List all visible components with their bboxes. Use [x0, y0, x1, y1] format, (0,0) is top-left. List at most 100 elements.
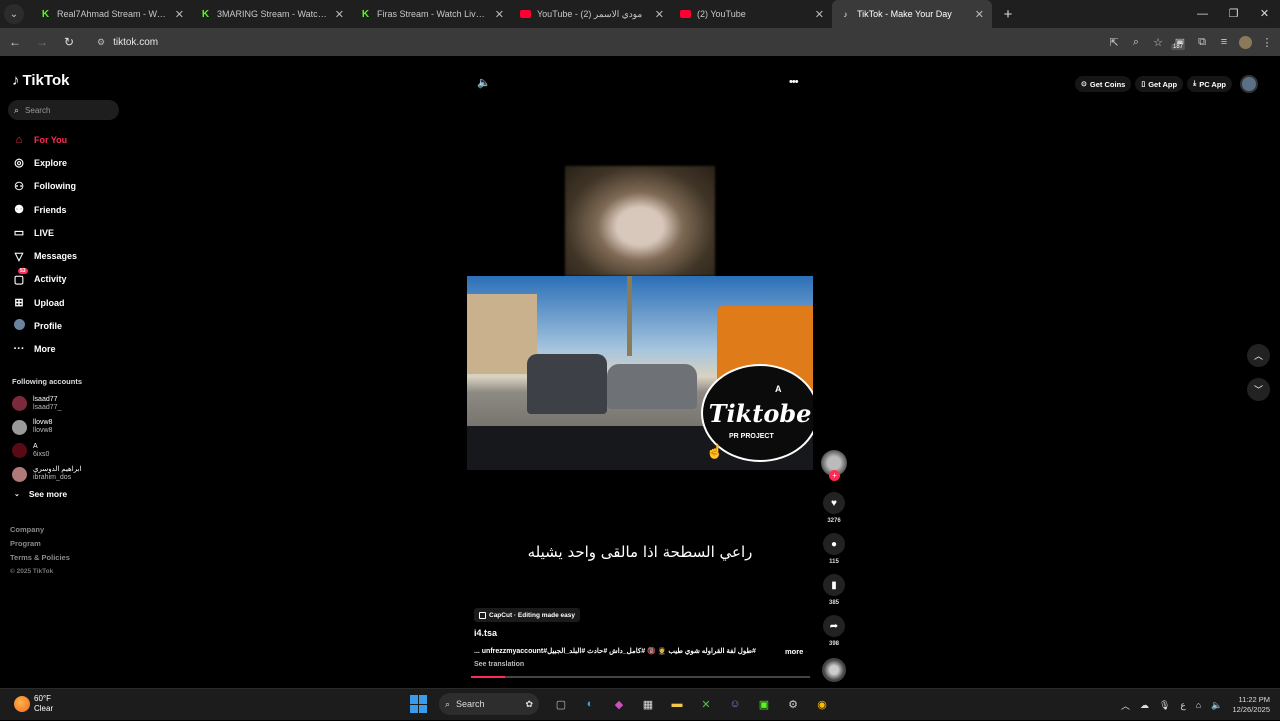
tab-close-icon[interactable]: ✕ — [335, 8, 344, 21]
following-account[interactable]: lsaad77 lsaad77_ — [12, 392, 81, 416]
install-app-icon[interactable]: ⇱ — [1107, 36, 1121, 49]
user-avatar[interactable] — [1240, 75, 1258, 93]
browser-tab[interactable]: (2) YouTube ✕ — [672, 0, 832, 28]
chrome-menu-icon[interactable]: ⋮ — [1260, 36, 1274, 49]
microphone-icon[interactable]: 🎙 — [1159, 700, 1170, 711]
comment-count: 115 — [829, 559, 839, 565]
clock[interactable]: 11:22 PM 12/26/2025 — [1232, 695, 1270, 715]
copilot-icon[interactable]: ◆ — [608, 693, 630, 715]
forward-button[interactable]: → — [30, 35, 54, 49]
account-name: ابراهيم الدوسري — [33, 466, 82, 474]
browser-tab[interactable]: ♪ TikTok - Make Your Day ✕ — [832, 0, 992, 28]
sidebar-item-more[interactable]: ··· More — [12, 338, 77, 361]
sidebar-item-label: LIVE — [34, 227, 55, 238]
search-input[interactable]: ⌕ Search — [8, 100, 119, 120]
tiktok-logo[interactable]: ♪ TikTok — [12, 72, 69, 89]
settings-icon[interactable]: ⚙ — [782, 693, 804, 715]
browser-tab[interactable]: K Firas Stream - Watch Live on Kick ✕ — [352, 0, 512, 28]
sidebar-item-live[interactable]: ▭ LIVE — [12, 221, 77, 244]
onedrive-icon[interactable]: ☁ — [1140, 700, 1149, 711]
sidebar-item-activity[interactable]: ▢ Activity 53 — [12, 267, 77, 291]
media-controls-icon[interactable]: ≡ — [1217, 36, 1231, 48]
reload-button[interactable]: ↻ — [57, 35, 81, 49]
tab-search-menu-icon[interactable]: ⌄ — [4, 4, 24, 24]
taskbar-search[interactable]: ⌕ Search ✿ — [439, 693, 539, 715]
bookmark-star-icon[interactable]: ☆ — [1151, 36, 1165, 49]
xbox-icon[interactable]: ✕ — [695, 693, 717, 715]
store-icon[interactable]: ▦ — [637, 693, 659, 715]
tab-close-icon[interactable]: ✕ — [495, 8, 504, 21]
follow-plus-icon[interactable]: + — [829, 470, 840, 481]
compass-icon: ◎ — [14, 157, 24, 170]
weather-widget[interactable]: 60°F Clear — [14, 694, 53, 714]
system-tray: ︿ ☁ 🎙 ع ⌂ 🔈 11:22 PM 12/26/2025 — [1121, 689, 1270, 721]
sidebar-item-profile[interactable]: Profile — [12, 314, 77, 337]
back-button[interactable]: ← — [3, 35, 27, 49]
video-progress-bar[interactable] — [471, 676, 810, 678]
browser-tab[interactable]: K 3MARING Stream - Watch Live ✕ — [192, 0, 352, 28]
next-video-button[interactable]: ﹀ — [1247, 378, 1270, 401]
save-button[interactable]: ▮ — [823, 574, 845, 596]
close-window-button[interactable]: ✕ — [1249, 0, 1280, 28]
get-coins-button[interactable]: ⊙ Get Coins — [1075, 76, 1132, 92]
capcut-badge[interactable]: CapCut · Editing made easy — [474, 608, 580, 622]
following-account[interactable]: ابراهيم الدوسري ibrahim_dos — [12, 463, 81, 487]
search-icon: ⌕ — [14, 104, 20, 115]
music-disc[interactable] — [822, 658, 846, 682]
extension-icon[interactable]: ▣ 187 — [1171, 36, 1187, 50]
zoom-icon[interactable]: ⌕ — [1129, 36, 1143, 49]
video-author[interactable]: i4.tsa — [474, 628, 497, 638]
pc-app-button[interactable]: ⤓ PC App — [1187, 76, 1232, 92]
comment-button[interactable]: ● — [823, 533, 845, 555]
network-icon[interactable]: ⌂ — [1196, 700, 1201, 710]
extensions-puzzle-icon[interactable]: ⧉ — [1195, 36, 1209, 49]
tab-title: Firas Stream - Watch Live on Kick — [377, 9, 489, 19]
minimize-button[interactable]: — — [1187, 0, 1218, 28]
browser-tab[interactable]: K Real7Ahmad Stream - Watch Live ✕ — [32, 0, 192, 28]
get-app-button[interactable]: ▯ Get App — [1135, 76, 1184, 92]
tab-close-icon[interactable]: ✕ — [815, 8, 824, 21]
following-account[interactable]: llovw8 llovw8 — [12, 416, 81, 440]
sidebar-item-for-you[interactable]: ⌂ For You — [12, 128, 77, 151]
new-tab-button[interactable]: + — [996, 6, 1020, 23]
see-translation-link[interactable]: See translation — [474, 661, 524, 668]
video-description: #طول لفة القراوله شوي طيب 🤵 🔞 #كامل_داش … — [474, 648, 756, 655]
speaker-icon[interactable]: 🔈 — [1211, 700, 1222, 711]
see-more-button[interactable]: ⌄ See more — [14, 489, 67, 499]
chrome-icon[interactable]: ◉ — [811, 693, 833, 715]
sidebar-item-messages[interactable]: ▽ Messages — [12, 244, 77, 267]
sidebar-item-following[interactable]: ⚇ Following — [12, 175, 77, 198]
sidebar-item-explore[interactable]: ◎ Explore — [12, 151, 77, 174]
input-language[interactable]: ع — [1180, 700, 1185, 711]
creator-avatar[interactable]: + — [821, 450, 847, 481]
more-options-icon[interactable]: ••• — [789, 76, 799, 88]
footer-program-link[interactable]: Program — [10, 537, 70, 551]
profile-avatar[interactable] — [1239, 35, 1252, 49]
tab-close-icon[interactable]: ✕ — [975, 8, 984, 21]
video-dashcam-clip[interactable]: A Tiktobe PR PROJECT — [467, 276, 813, 470]
kick-app-icon[interactable]: ▣ — [753, 693, 775, 715]
address-bar[interactable]: ⚙ tiktok.com — [89, 31, 1089, 53]
edge-icon[interactable]: ◐ — [579, 693, 601, 715]
discord-icon[interactable]: ☺ — [724, 693, 746, 715]
like-button[interactable]: ♥ — [823, 492, 845, 514]
share-button[interactable]: ➦ — [823, 615, 845, 637]
sidebar-item-friends[interactable]: ⚉ Friends — [12, 198, 77, 221]
following-account[interactable]: A 6ixs0 — [12, 439, 81, 463]
windows-start-icon[interactable] — [410, 695, 428, 713]
footer-company-link[interactable]: Company — [10, 523, 70, 537]
tray-overflow-icon[interactable]: ︿ — [1121, 699, 1130, 712]
sidebar-item-upload[interactable]: ⊞ Upload — [12, 291, 77, 314]
browser-tab[interactable]: YouTube - مودي الاسمر (2) ✕ — [512, 0, 672, 28]
maximize-button[interactable]: ❐ — [1218, 0, 1249, 28]
previous-video-button[interactable]: ︿ — [1247, 344, 1270, 367]
upload-icon: ⊞ — [14, 297, 24, 310]
volume-icon[interactable]: 🔈 — [477, 76, 491, 89]
file-explorer-icon[interactable]: ▬ — [666, 693, 688, 715]
site-info-icon[interactable]: ⚙ — [97, 37, 105, 48]
more-link[interactable]: more — [785, 647, 803, 656]
tab-close-icon[interactable]: ✕ — [175, 8, 184, 21]
task-view-icon[interactable]: ▢ — [550, 693, 572, 715]
tab-close-icon[interactable]: ✕ — [655, 8, 664, 21]
footer-terms-link[interactable]: Terms & Policies — [10, 551, 70, 565]
